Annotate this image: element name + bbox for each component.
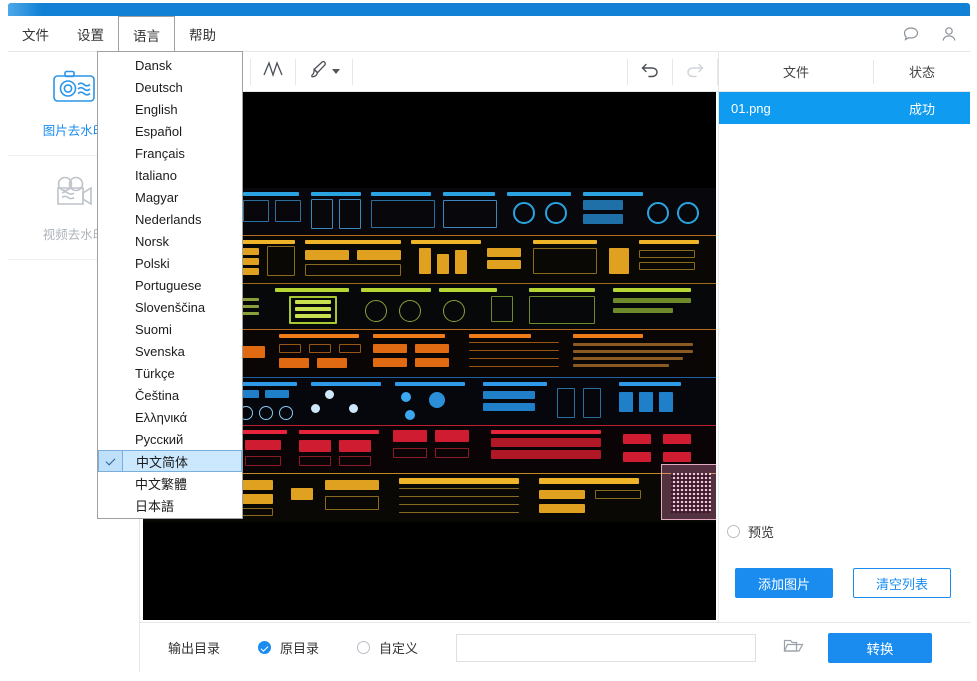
- redo-button[interactable]: [673, 52, 717, 92]
- menu-bar-actions: [900, 16, 960, 52]
- language-option-simplified-chinese[interactable]: 中文简体: [98, 450, 242, 472]
- menu-item-list: 文件 设置 语言 帮助: [8, 16, 230, 52]
- language-option-italiano[interactable]: Italiano: [98, 164, 242, 186]
- menu-language[interactable]: 语言: [118, 16, 175, 52]
- language-option-polski[interactable]: Polski: [98, 252, 242, 274]
- convert-button[interactable]: 转换: [828, 632, 933, 663]
- menu-help-label: 帮助: [189, 28, 216, 43]
- language-option-russian[interactable]: Русский: [98, 428, 242, 450]
- application-window: 文件 设置 语言 帮助 图片去水印 视频去水印 文件 状态 01.png 成功 …: [0, 0, 977, 681]
- language-dropdown: Dansk Deutsch English Español Français I…: [97, 51, 243, 519]
- language-option-simplified-chinese-label: 中文简体: [136, 454, 189, 470]
- qr-code-watermark: [671, 473, 711, 513]
- undo-button[interactable]: [628, 52, 672, 92]
- language-option-norsk[interactable]: Norsk: [98, 230, 242, 252]
- preview-radio[interactable]: [727, 525, 740, 538]
- file-list-header: 文件 状态: [719, 52, 970, 92]
- language-option-espanol[interactable]: Español: [98, 120, 242, 142]
- redo-icon: [683, 59, 707, 84]
- language-option-nederlands[interactable]: Nederlands: [98, 208, 242, 230]
- camera-wave-icon: [51, 69, 97, 110]
- language-option-cestina[interactable]: Čeština: [98, 384, 242, 406]
- watermark-selection[interactable]: [661, 464, 716, 520]
- file-list: 01.png 成功: [719, 92, 970, 124]
- polyline-tool[interactable]: [251, 52, 295, 92]
- menu-bar: 文件 设置 语言 帮助: [8, 16, 970, 52]
- folder-open-icon: [782, 635, 804, 660]
- output-original-option[interactable]: 原目录: [258, 638, 319, 657]
- preview-label: 预览: [748, 525, 775, 540]
- language-option-deutsch[interactable]: Deutsch: [98, 76, 242, 98]
- column-header-file: 文件: [782, 65, 809, 80]
- clear-list-button[interactable]: 清空列表: [853, 568, 951, 598]
- language-option-english[interactable]: English: [98, 98, 242, 120]
- language-option-dansk[interactable]: Dansk: [98, 54, 242, 76]
- language-option-turkce[interactable]: Türkçe: [98, 362, 242, 384]
- custom-dir-label: 自定义: [379, 641, 419, 656]
- title-bar: [8, 3, 970, 16]
- language-option-greek[interactable]: Ελληνικά: [98, 406, 242, 428]
- add-image-button[interactable]: 添加图片: [735, 568, 833, 598]
- brush-tool[interactable]: [296, 52, 352, 92]
- original-dir-label: 原目录: [280, 641, 320, 656]
- menu-language-label: 语言: [133, 28, 160, 44]
- sidebar-item-image-watermark-label: 图片去水印: [42, 123, 106, 138]
- browse-folder-button[interactable]: [780, 635, 806, 661]
- menu-settings-label: 设置: [77, 28, 104, 43]
- output-directory-label: 输出目录: [168, 641, 221, 656]
- selected-check-gutter: [98, 450, 123, 472]
- chevron-down-icon[interactable]: [332, 69, 340, 74]
- menu-settings[interactable]: 设置: [63, 16, 118, 52]
- language-option-suomi[interactable]: Suomi: [98, 318, 242, 340]
- language-option-japanese[interactable]: 日本語: [98, 494, 242, 516]
- account-icon[interactable]: [938, 23, 960, 45]
- undo-icon: [638, 59, 662, 84]
- custom-dir-radio[interactable]: [357, 641, 371, 654]
- sidebar-item-video-watermark-label: 视频去水印: [42, 227, 106, 242]
- language-option-traditional-chinese[interactable]: 中文繁體: [98, 472, 242, 494]
- file-panel-actions: 添加图片 清空列表: [735, 568, 951, 598]
- language-option-svenska[interactable]: Svenska: [98, 340, 242, 362]
- menu-file[interactable]: 文件: [8, 16, 63, 52]
- title-accent: [8, 3, 42, 16]
- polyline-icon: [261, 59, 285, 84]
- file-panel: 文件 状态 01.png 成功 预览 添加图片 清空列表: [718, 52, 970, 622]
- menu-file-label: 文件: [22, 28, 49, 43]
- file-status: 成功: [908, 101, 935, 117]
- brush-icon: [308, 59, 329, 85]
- column-header-status: 状态: [908, 65, 935, 80]
- menu-help[interactable]: 帮助: [175, 16, 230, 52]
- feedback-icon[interactable]: [900, 23, 922, 45]
- file-list-row[interactable]: 01.png 成功: [719, 92, 970, 124]
- language-option-slovenscina[interactable]: Slovenščina: [98, 296, 242, 318]
- check-icon: [105, 455, 116, 465]
- output-bar: 输出目录 原目录 自定义 转换: [140, 622, 970, 672]
- language-option-portuguese[interactable]: Portuguese: [98, 274, 242, 296]
- language-option-magyar[interactable]: Magyar: [98, 186, 242, 208]
- language-option-francais[interactable]: Français: [98, 142, 242, 164]
- toolbar-divider-3: [352, 58, 353, 85]
- file-name: 01.png: [731, 100, 771, 116]
- video-camera-wave-icon: [51, 173, 97, 214]
- output-custom-option[interactable]: 自定义: [357, 638, 418, 657]
- output-path-input[interactable]: [456, 633, 757, 662]
- preview-toggle[interactable]: 预览: [727, 522, 774, 541]
- original-dir-radio[interactable]: [258, 641, 272, 654]
